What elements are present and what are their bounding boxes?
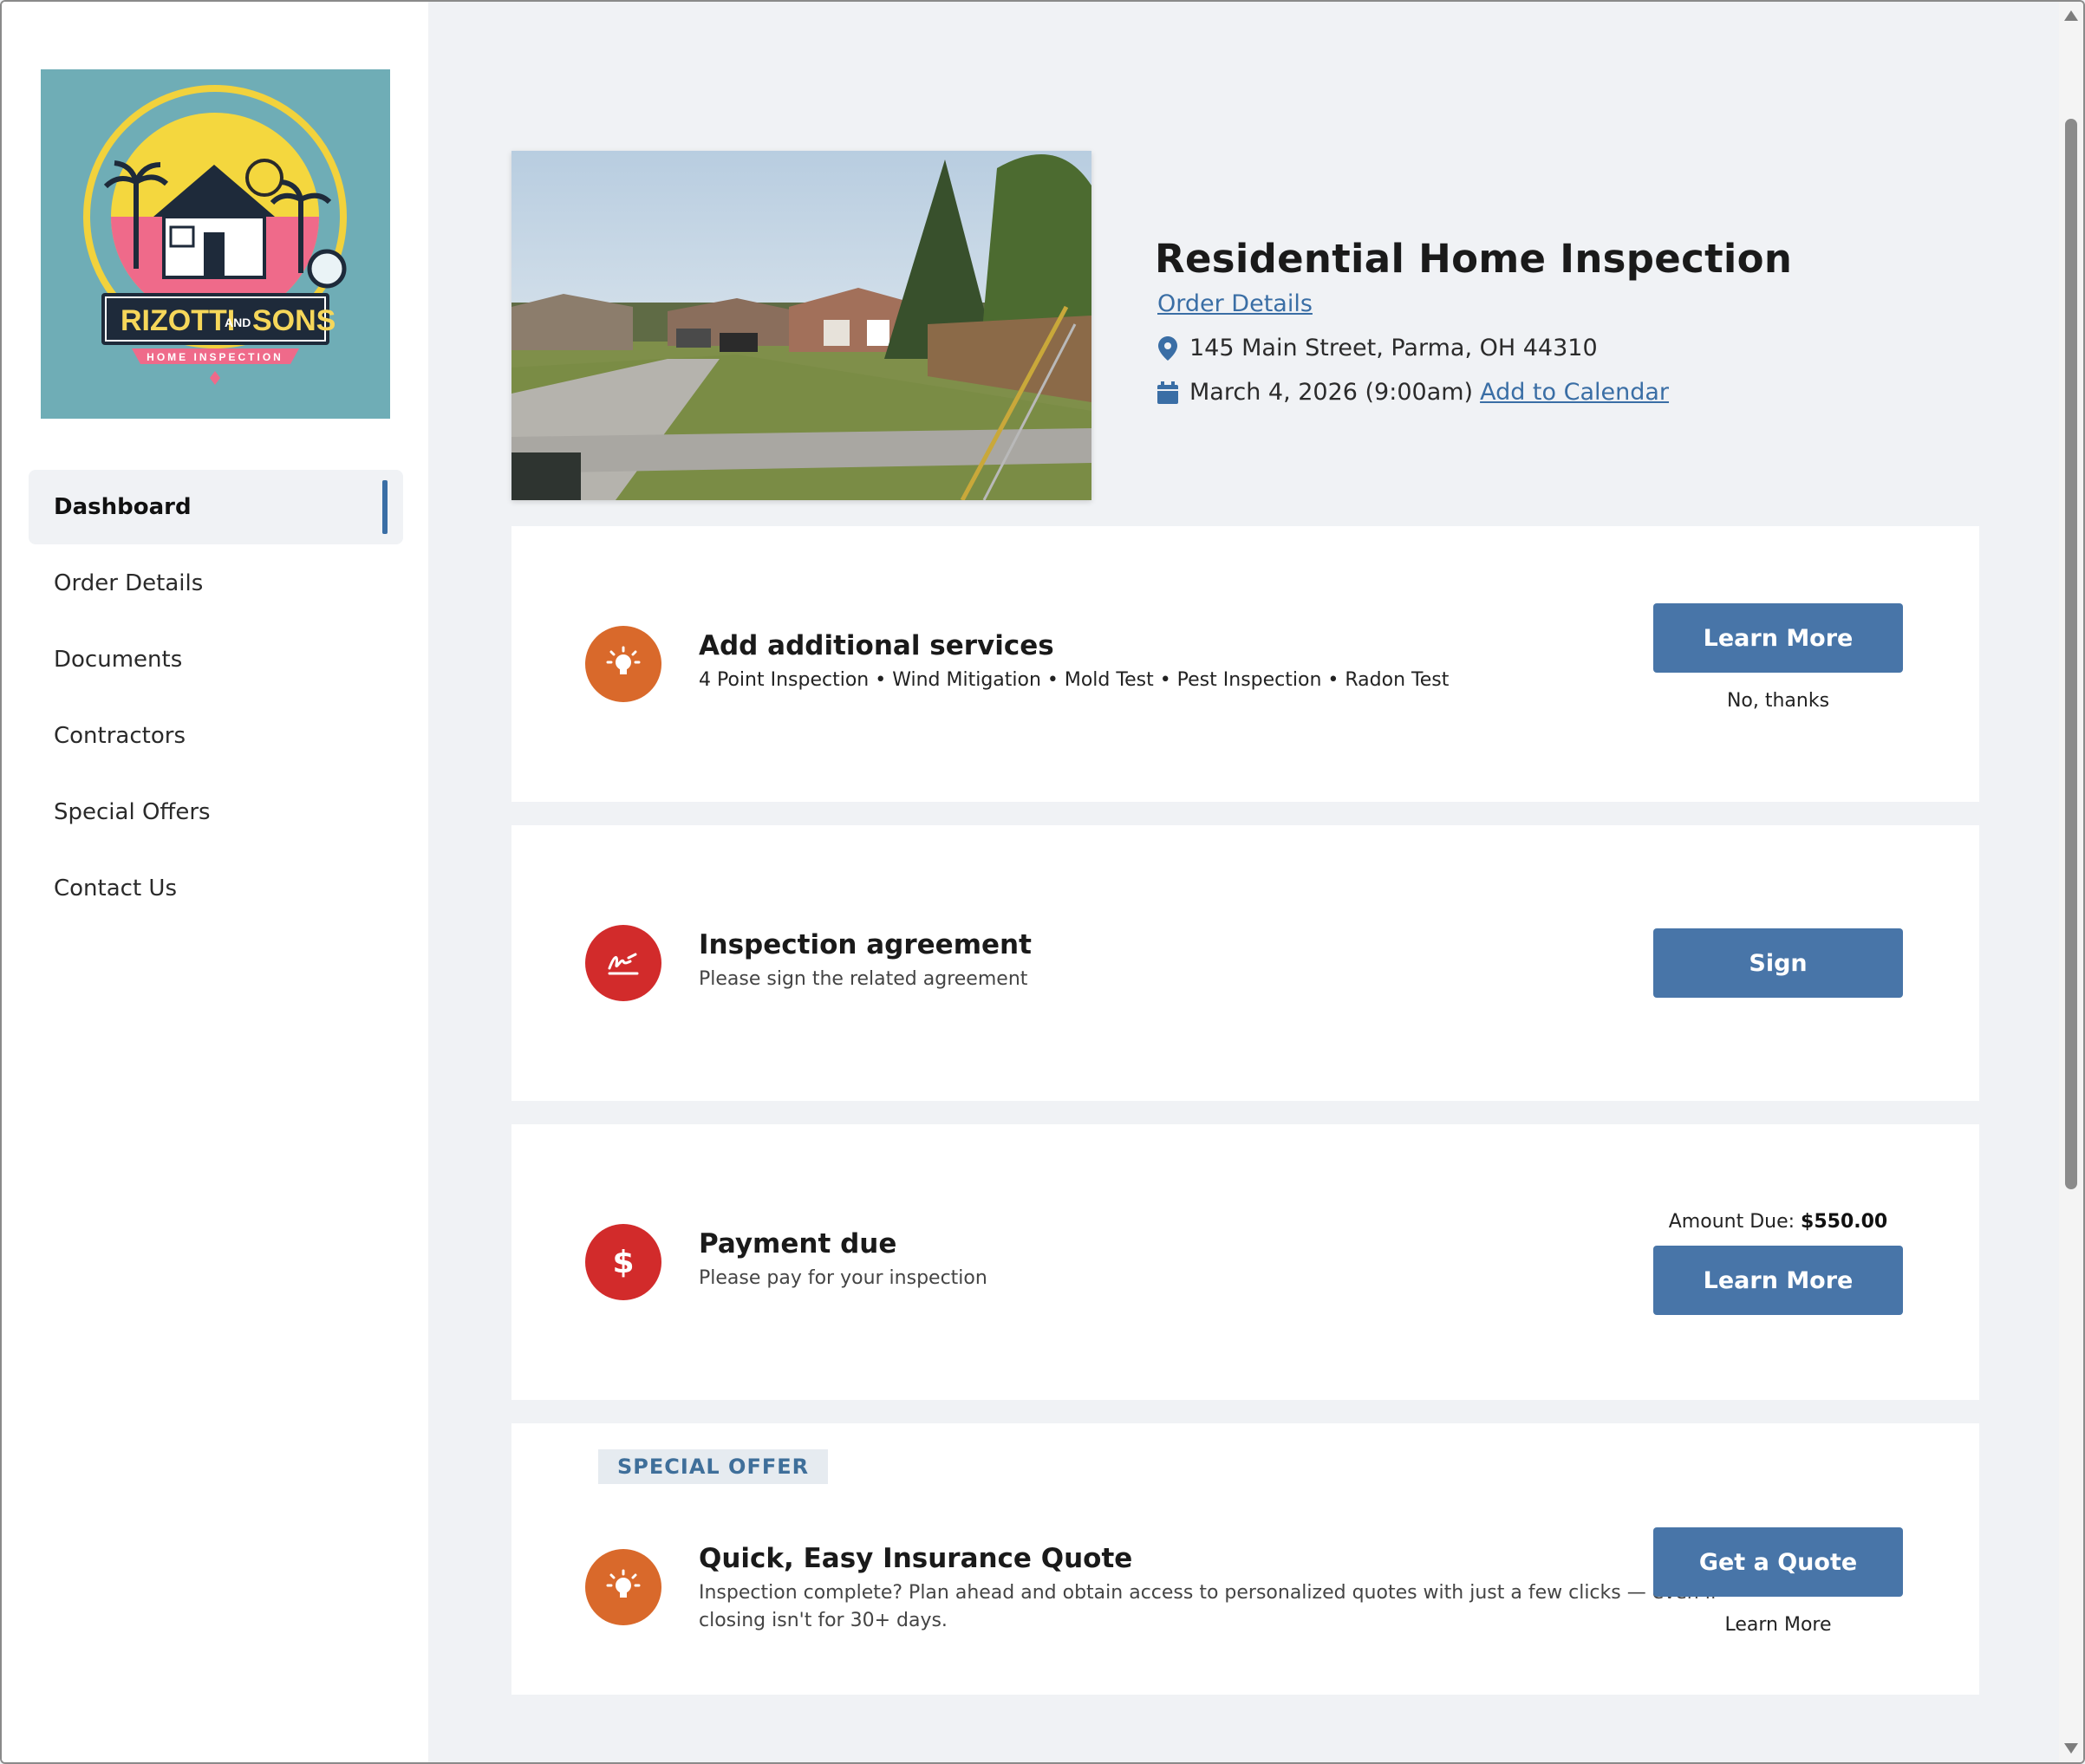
- sidebar-item-documents[interactable]: Documents: [29, 622, 403, 697]
- inspection-header: Residential Home Inspection Order Detail…: [1155, 236, 1792, 423]
- signature-icon: [585, 925, 661, 1001]
- card-title: Payment due: [699, 1228, 897, 1260]
- sidebar-item-label: Contact Us: [54, 875, 177, 902]
- house-photo-graphic: [511, 151, 1091, 500]
- property-photo: [511, 151, 1091, 500]
- amount-due: Amount Due: $550.00: [1636, 1211, 1920, 1233]
- scroll-up-arrow-icon[interactable]: [2064, 10, 2078, 21]
- page-title: Residential Home Inspection: [1155, 236, 1793, 282]
- payment-text: Payment due Please pay for your inspecti…: [699, 1228, 987, 1292]
- services-learn-more-button[interactable]: Learn More: [1653, 603, 1903, 673]
- svg-text:SONS: SONS: [252, 304, 336, 337]
- svg-text:AND: AND: [225, 316, 251, 329]
- card-subtitle-line-1: Inspection complete? Plan ahead and obta…: [699, 1582, 1717, 1604]
- logo-graphic: RIZOTTI AND SONS HOME INSPECTION: [83, 85, 347, 385]
- company-logo: RIZOTTI AND SONS HOME INSPECTION: [41, 69, 390, 419]
- payment-learn-more-button[interactable]: Learn More: [1653, 1246, 1903, 1315]
- date-row: March 4, 2026 (9:00am) Add to Calendar: [1155, 379, 1792, 406]
- card-subtitle: Please sign the related agreement: [699, 968, 1028, 990]
- services-text: Add additional services 4 Point Inspecti…: [699, 630, 1449, 694]
- sidebar-item-label: Dashboard: [54, 494, 192, 520]
- sidebar-item-label: Order Details: [54, 570, 204, 596]
- sidebar-item-label: Special Offers: [54, 799, 211, 825]
- order-details-link[interactable]: Order Details: [1157, 290, 1313, 317]
- lightbulb-icon: [585, 626, 661, 702]
- sidebar-item-special-offers[interactable]: Special Offers: [29, 775, 403, 849]
- address-text: 145 Main Street, Parma, OH 44310: [1189, 335, 1598, 361]
- agreement-text: Inspection agreement Please sign the rel…: [699, 929, 1032, 993]
- date-text: March 4, 2026 (9:00am): [1189, 379, 1474, 406]
- sidebar-item-contact-us[interactable]: Contact Us: [29, 851, 403, 926]
- special-offer-card: SPECIAL OFFER Quick, Easy Insurance Quot…: [511, 1423, 1979, 1695]
- offer-learn-more-link[interactable]: Learn More: [1653, 1614, 1903, 1636]
- card-title: Add additional services: [699, 630, 1054, 661]
- map-pin-icon: [1155, 335, 1181, 361]
- additional-services-card: Add additional services 4 Point Inspecti…: [511, 526, 1979, 802]
- calendar-icon: [1155, 381, 1181, 404]
- card-title: Inspection agreement: [699, 929, 1032, 960]
- svg-text:RIZOTTI: RIZOTTI: [121, 304, 235, 337]
- scrollbar-thumb[interactable]: [2065, 119, 2077, 1189]
- amount-label: Amount Due:: [1668, 1211, 1795, 1233]
- card-subtitle: 4 Point Inspection • Wind Mitigation • M…: [699, 669, 1450, 691]
- sidebar-item-dashboard[interactable]: Dashboard: [29, 470, 403, 544]
- amount-value: $550.00: [1801, 1211, 1888, 1233]
- no-thanks-link[interactable]: No, thanks: [1653, 690, 1903, 712]
- vertical-scrollbar[interactable]: [2059, 2, 2083, 1762]
- card-subtitle-line-2: closing isn't for 30+ days.: [699, 1610, 948, 1631]
- sidebar-item-contractors[interactable]: Contractors: [29, 699, 403, 773]
- sidebar-item-order-details[interactable]: Order Details: [29, 546, 403, 621]
- card-title: Quick, Easy Insurance Quote: [699, 1543, 1133, 1574]
- sidebar-item-label: Contractors: [54, 723, 186, 749]
- lightbulb-icon: [585, 1549, 661, 1625]
- special-offer-badge: SPECIAL OFFER: [598, 1449, 829, 1484]
- sidebar-item-label: Documents: [54, 647, 183, 673]
- get-a-quote-button[interactable]: Get a Quote: [1653, 1527, 1903, 1597]
- sign-button[interactable]: Sign: [1653, 928, 1903, 998]
- offer-text: Quick, Easy Insurance Quote Inspection c…: [699, 1543, 1717, 1635]
- dollar-icon: $: [585, 1224, 661, 1300]
- address-row: 145 Main Street, Parma, OH 44310: [1155, 335, 1792, 361]
- svg-text:HOME INSPECTION: HOME INSPECTION: [147, 351, 283, 363]
- add-to-calendar-link[interactable]: Add to Calendar: [1480, 379, 1669, 406]
- card-subtitle: Please pay for your inspection: [699, 1267, 987, 1289]
- sidebar-nav: Dashboard Order Details Documents Contra…: [29, 470, 403, 928]
- dollar-glyph: $: [612, 1244, 635, 1280]
- payment-due-card: $ Payment due Please pay for your inspec…: [511, 1124, 1979, 1400]
- inspection-agreement-card: Inspection agreement Please sign the rel…: [511, 825, 1979, 1101]
- app-window: RIZOTTI AND SONS HOME INSPECTION Dashboa…: [0, 0, 2085, 1764]
- scroll-down-arrow-icon[interactable]: [2064, 1743, 2078, 1754]
- sidebar: RIZOTTI AND SONS HOME INSPECTION Dashboa…: [2, 2, 428, 1762]
